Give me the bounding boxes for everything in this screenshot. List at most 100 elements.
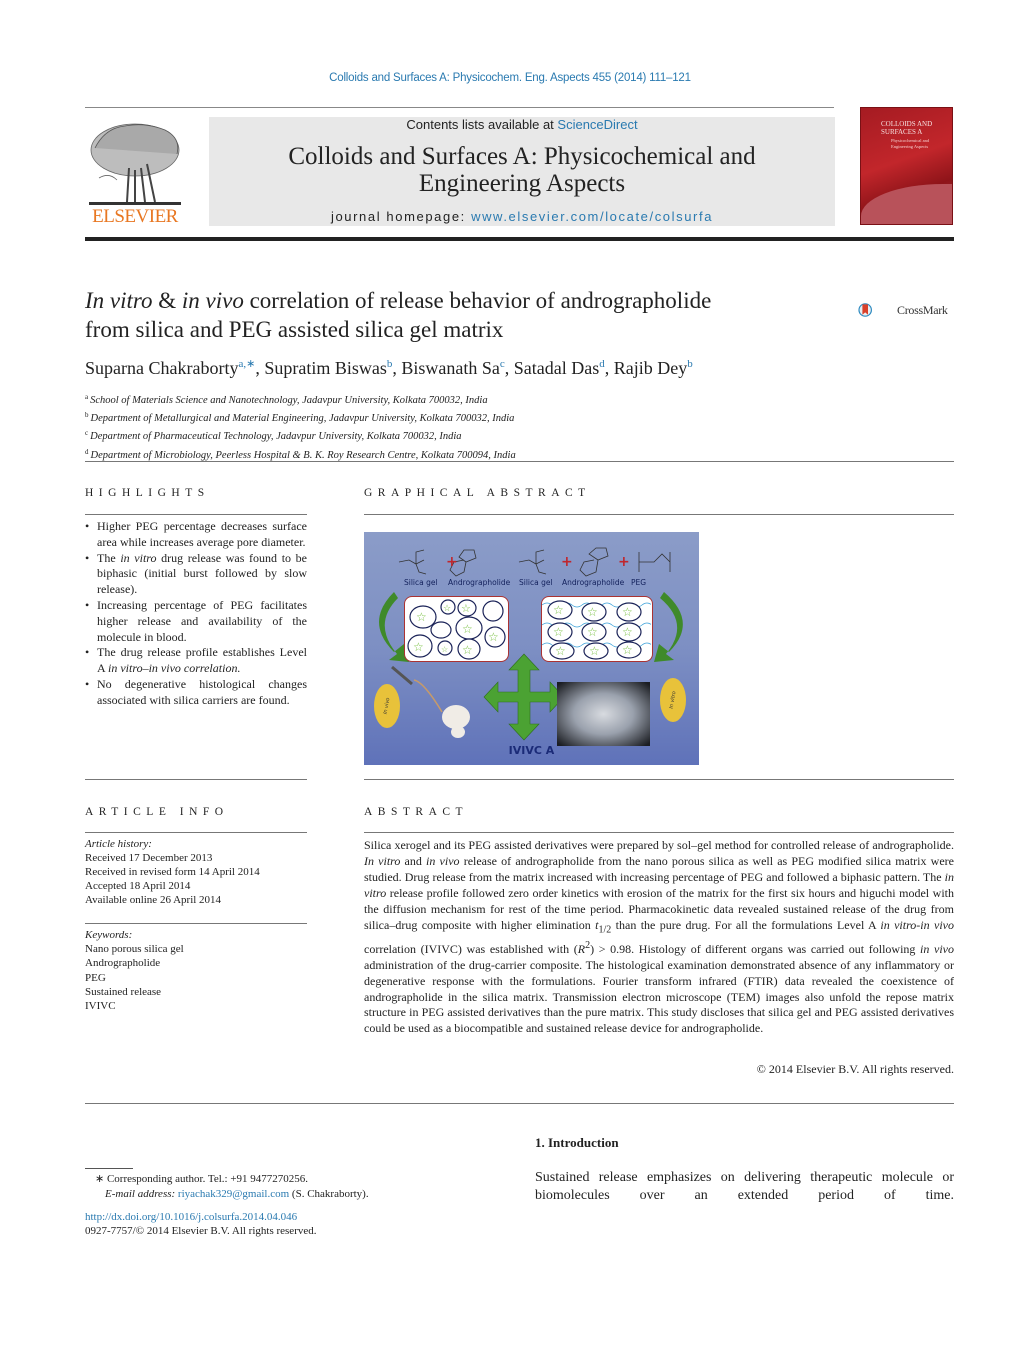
author-affiliation-marker[interactable]: a,∗: [238, 358, 255, 370]
abstract-copyright: © 2014 Elsevier B.V. All rights reserved…: [756, 1062, 954, 1076]
ga-label-silica-gel: Silica gel: [404, 578, 438, 587]
journal-title: Colloids and Surfaces A: Physicochemical…: [209, 143, 835, 197]
highlight-text: Increasing percentage of PEG facilitates…: [97, 597, 307, 644]
corresponding-author-line: ∗ Corresponding author. Tel.: +91 947727…: [95, 1173, 309, 1185]
keywords-label: Keywords:: [85, 929, 133, 941]
pore-diagram: ☆ ☆ ☆ ☆ ☆ ☆ ☆ ☆ ☆: [541, 600, 653, 660]
abstract-segment: Silica xerogel and its PEG assisted deri…: [364, 838, 954, 852]
article-history: Article history: Received 17 December 20…: [85, 837, 307, 907]
svg-text:☆: ☆: [488, 630, 499, 644]
divider: [85, 514, 307, 515]
svg-text:☆: ☆: [416, 610, 427, 624]
corresponding-author-footnote: ∗ Corresponding author. Tel.: +91 947727…: [95, 1172, 369, 1201]
divider: [85, 779, 307, 780]
pore-diagram: ☆ ☆ ☆ ☆ ☆ ☆ ☆ ☆: [407, 599, 506, 660]
footnote-rule: [85, 1168, 133, 1169]
svg-text:☆: ☆: [622, 605, 633, 619]
author-affiliation-marker[interactable]: b: [687, 358, 693, 370]
email-label: E-mail address:: [105, 1187, 176, 1200]
journal-cover-image[interactable]: COLLOIDS AND SURFACES A Physicochemical …: [860, 107, 953, 225]
affiliation-key: b: [85, 411, 89, 420]
journal-homepage: journal homepage: www.elsevier.com/locat…: [209, 209, 835, 224]
author[interactable]: Biswanath Sa: [401, 358, 500, 378]
author[interactable]: Satadal Das: [514, 358, 599, 378]
silica-matrix-box: ☆ ☆ ☆ ☆ ☆ ☆ ☆ ☆: [404, 596, 509, 662]
ivivc-label: IVIVC A: [508, 744, 555, 757]
author-affiliation-marker[interactable]: c: [500, 358, 505, 370]
abstract-text: Silica xerogel and its PEG assisted deri…: [364, 838, 954, 1037]
history-item: Received 17 December 2013: [85, 852, 213, 864]
crossmark-label[interactable]: CrossMark: [897, 303, 948, 318]
keyword-item: Nano porous silica gel: [85, 943, 184, 956]
plus-icon: +: [618, 554, 630, 570]
keyword-item: IVIVC: [85, 1000, 116, 1013]
elsevier-wordmark: ELSEVIER: [92, 206, 178, 227]
graphical-abstract-heading: GRAPHICAL ABSTRACT: [364, 487, 591, 499]
affiliation-text: School of Materials Science and Nanotech…: [90, 395, 488, 406]
divider: [364, 832, 954, 833]
divider: [85, 923, 307, 924]
journal-citation[interactable]: Colloids and Surfaces A: Physicochem. En…: [0, 72, 1020, 84]
article-info-heading: ARTICLE INFO: [85, 806, 229, 818]
svg-text:☆: ☆: [589, 644, 600, 658]
cover-title-line1: COLLOIDS AND: [881, 120, 933, 128]
author-affiliation-marker[interactable]: b: [387, 358, 393, 370]
keyword-item: Andrographolide: [85, 957, 161, 970]
ga-label-silica-gel: Silica gel: [519, 578, 553, 587]
graphical-abstract-figure[interactable]: Silica gel + Andrographolide Silica gel …: [364, 532, 699, 765]
abstract-italic: in vitro-in vivo: [880, 917, 954, 932]
homepage-link[interactable]: www.elsevier.com/locate/colsurfa: [471, 209, 713, 224]
ga-label-andrographolide: Andrographolide: [448, 578, 511, 587]
author[interactable]: Suparna Chakraborty: [85, 358, 238, 378]
highlights-heading: HIGHLIGHTS: [85, 487, 210, 499]
email-link[interactable]: riyachak329@gmail.com: [178, 1188, 289, 1200]
author[interactable]: Rajib Dey: [614, 358, 688, 378]
affiliation-key: d: [85, 447, 89, 456]
highlight-item: The in vitro drug release was found to b…: [85, 551, 307, 598]
contents-line: Contents lists available at ScienceDirec…: [209, 117, 835, 132]
divider: [85, 832, 307, 833]
homepage-prefix: journal homepage:: [330, 209, 472, 224]
svg-text:☆: ☆: [413, 640, 424, 654]
affiliation-text: Department of Metallurgical and Material…: [90, 413, 515, 425]
plus-icon: +: [561, 554, 573, 570]
svg-text:☆: ☆: [462, 622, 473, 636]
doi-link[interactable]: http://dx.doi.org/10.1016/j.colsurfa.201…: [85, 1211, 297, 1223]
svg-text:☆: ☆: [587, 605, 598, 619]
highlight-text: No degenerative histological changes ass…: [97, 676, 307, 707]
author-affiliation-marker[interactable]: d: [599, 358, 605, 370]
sciencedirect-link[interactable]: ScienceDirect: [557, 117, 637, 132]
journal-title-line1: Colloids and Surfaces A: Physicochemical…: [288, 143, 756, 170]
affiliation-text: Department of Pharmaceutical Technology,…: [90, 431, 462, 443]
highlight-item: No degenerative histological changes ass…: [85, 677, 307, 709]
highlight-item: Increasing percentage of PEG facilitates…: [85, 598, 307, 645]
header-thick-rule: [85, 237, 954, 241]
article-title: In vitro & in vivo correlation of releas…: [85, 286, 825, 344]
highlight-italic: in vitro–in vivo correlation.: [108, 661, 241, 676]
issn-copyright: 0927-7757/© 2014 Elsevier B.V. All right…: [85, 1225, 317, 1237]
in-vitro-label: In vitro: [668, 690, 678, 710]
crossmark-icon[interactable]: [858, 290, 898, 330]
divider: [85, 461, 954, 462]
svg-text:☆: ☆: [622, 643, 633, 657]
history-item: Accepted 18 April 2014: [85, 880, 191, 892]
abstract-heading: ABSTRACT: [364, 806, 469, 818]
header-rule: [85, 107, 834, 108]
contents-prefix: Contents lists available at: [406, 117, 558, 132]
introduction-text: Sustained release emphasizes on deliveri…: [535, 1170, 954, 1203]
cover-subtitle: Physicochemical and Engineering Aspects: [891, 138, 930, 149]
cover-title-line2: SURFACES A: [881, 128, 923, 136]
affiliation-key: c: [85, 429, 89, 438]
svg-text:☆: ☆: [555, 644, 566, 658]
highlight-italic: in vitro: [120, 550, 157, 565]
email-line: E-mail address: riyachak329@gmail.com (S…: [95, 1187, 369, 1202]
divider: [85, 1103, 954, 1104]
affiliation-key: a: [85, 393, 89, 401]
keyword-item: Sustained release: [85, 985, 162, 998]
author[interactable]: Supratim Biswas: [264, 358, 387, 378]
article-history-label: Article history:: [85, 838, 152, 850]
svg-text:☆: ☆: [441, 645, 448, 654]
affiliation-list: a School of Materials Science and Nanotec…: [85, 390, 516, 463]
history-item: Available online 26 April 2014: [85, 894, 222, 906]
svg-text:☆: ☆: [622, 625, 633, 639]
